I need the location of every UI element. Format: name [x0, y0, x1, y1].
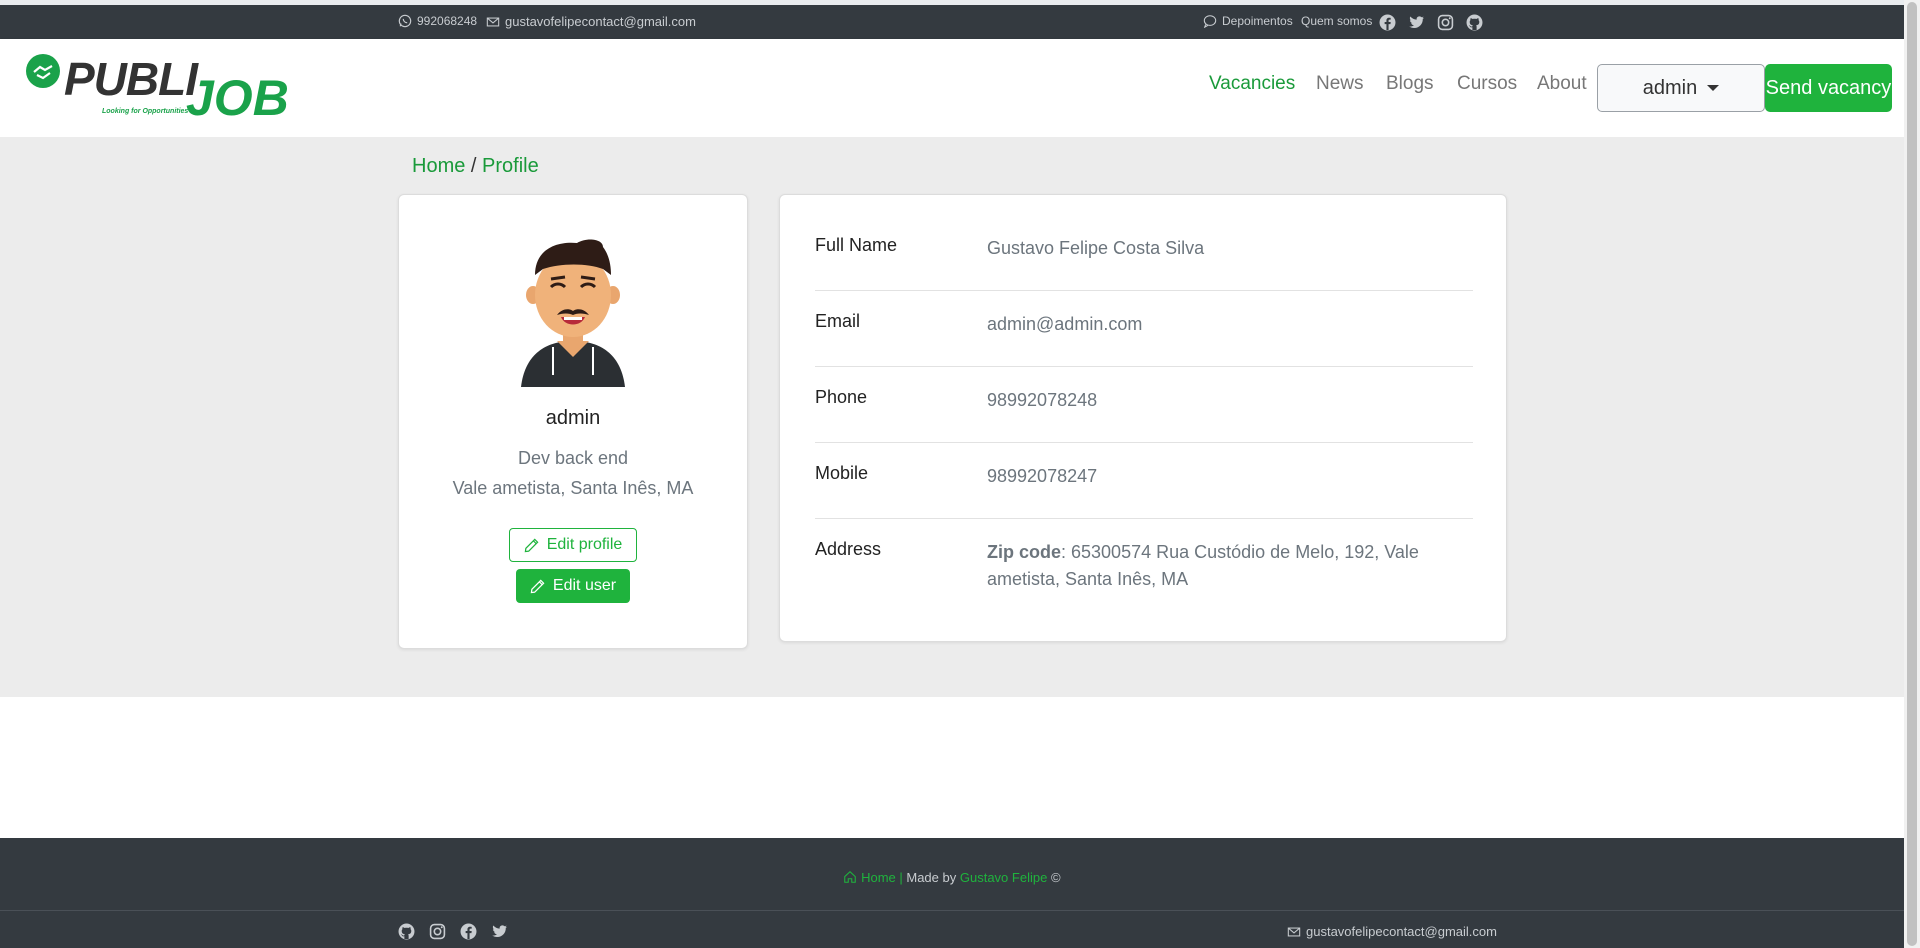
phone-label: Phone [815, 387, 868, 407]
logo-tagline: Looking for Opportunities [102, 108, 189, 115]
zip-code-label: Zip code [987, 542, 1062, 562]
mobile-label: Mobile [815, 463, 869, 483]
topbar-social-links [1379, 14, 1483, 31]
footer-credit: Home | Made by Gustavo Felipe © [0, 870, 1904, 885]
nav-news[interactable]: News [1316, 73, 1364, 95]
footer-social-links [398, 923, 508, 940]
facebook-icon[interactable] [460, 923, 477, 940]
depoimentos-link[interactable]: Depoimentos [1203, 14, 1293, 28]
divider [815, 442, 1473, 443]
footer-email-text: gustavofelipecontact@gmail.com [1306, 924, 1497, 939]
chat-icon [1203, 15, 1217, 28]
profile-role: Dev back end [517, 448, 629, 468]
quem-somos-link[interactable]: Quem somos [1301, 14, 1372, 28]
scrollbar[interactable] [1904, 0, 1920, 948]
nav-vacancies[interactable]: Vacancies [1209, 73, 1295, 95]
twitter-icon[interactable] [491, 923, 508, 940]
send-vacancy-button[interactable]: Send vacancy [1765, 64, 1892, 112]
pencil-icon [524, 538, 539, 552]
pencil-icon [530, 579, 545, 593]
email-contact[interactable]: gustavofelipecontact@gmail.com [486, 14, 696, 29]
publijob-logo[interactable]: PUBLI JOB Looking for Opportunities [26, 53, 289, 129]
email-label: Email [815, 311, 861, 331]
caret-down-icon [1707, 85, 1720, 91]
nav-about[interactable]: About [1537, 73, 1587, 95]
footer-made-by: Made by [906, 870, 957, 885]
whatsapp-icon [398, 14, 412, 28]
edit-user-button[interactable]: Edit user [516, 569, 630, 603]
breadcrumb-separator: / [470, 155, 477, 177]
divider [815, 366, 1473, 367]
instagram-icon[interactable] [429, 923, 446, 940]
edit-user-label: Edit user [552, 577, 617, 594]
footer-author-link[interactable]: Gustavo Felipe [960, 870, 1047, 885]
profile-username: admin [545, 407, 601, 429]
envelope-icon [486, 17, 500, 26]
phone-text: 992068248 [417, 14, 478, 28]
logo-job-text: JOB [186, 70, 289, 126]
footer-home-link[interactable]: Home | [861, 870, 903, 885]
profile-card: admin Dev back end Vale ametista, Santa … [398, 194, 748, 649]
avatar [521, 239, 625, 387]
scrollbar-thumb[interactable] [1907, 2, 1917, 946]
breadcrumb-home[interactable]: Home [412, 155, 465, 177]
quem-somos-label: Quem somos [1301, 14, 1373, 28]
nav-cursos[interactable]: Cursos [1457, 73, 1517, 95]
nav-blogs[interactable]: Blogs [1386, 73, 1434, 95]
envelope-icon [1287, 927, 1301, 936]
footer: Home | Made by Gustavo Felipe © gustavof… [0, 838, 1904, 948]
footer-email[interactable]: gustavofelipecontact@gmail.com [1287, 924, 1497, 939]
instagram-icon[interactable] [1437, 14, 1454, 31]
phone-value: 98992078248 [987, 390, 1098, 410]
home-icon [844, 871, 857, 883]
email-text: gustavofelipecontact@gmail.com [505, 14, 696, 29]
edit-profile-label: Edit profile [546, 536, 623, 553]
depoimentos-label: Depoimentos [1222, 14, 1293, 28]
github-icon[interactable] [1466, 14, 1483, 31]
logo-publi-text: PUBLI [64, 53, 198, 105]
profile-details-card: Full Name Gustavo Felipe Costa Silva Ema… [779, 194, 1507, 642]
address-value: Zip code: 65300574 Rua Custódio de Melo,… [987, 539, 1473, 593]
full-name-label: Full Name [815, 235, 898, 255]
email-value: admin@admin.com [987, 314, 1143, 334]
profile-location: Vale ametista, Santa Inês, MA [452, 478, 694, 498]
full-name-value: Gustavo Felipe Costa Silva [987, 238, 1205, 258]
top-bar: 992068248 gustavofelipecontact@gmail.com… [0, 0, 1904, 39]
footer-copyright: © [1050, 870, 1061, 885]
facebook-icon[interactable] [1379, 14, 1396, 31]
address-label: Address [815, 539, 882, 559]
user-menu-dropdown[interactable]: admin [1597, 64, 1765, 112]
mobile-value: 98992078247 [987, 466, 1098, 486]
main-content: Home / Profile admin Dev back end Vale a… [0, 137, 1904, 697]
twitter-icon[interactable] [1408, 14, 1425, 31]
breadcrumb: Home / Profile [412, 155, 539, 178]
footer-divider [0, 910, 1904, 911]
logo-handshake-icon [26, 54, 60, 88]
phone-contact[interactable]: 992068248 [398, 14, 477, 28]
breadcrumb-current[interactable]: Profile [482, 155, 539, 177]
edit-profile-button[interactable]: Edit profile [509, 528, 637, 562]
user-menu-label: admin [1642, 76, 1698, 99]
github-icon[interactable] [398, 923, 415, 940]
divider [815, 290, 1473, 291]
divider [815, 518, 1473, 519]
